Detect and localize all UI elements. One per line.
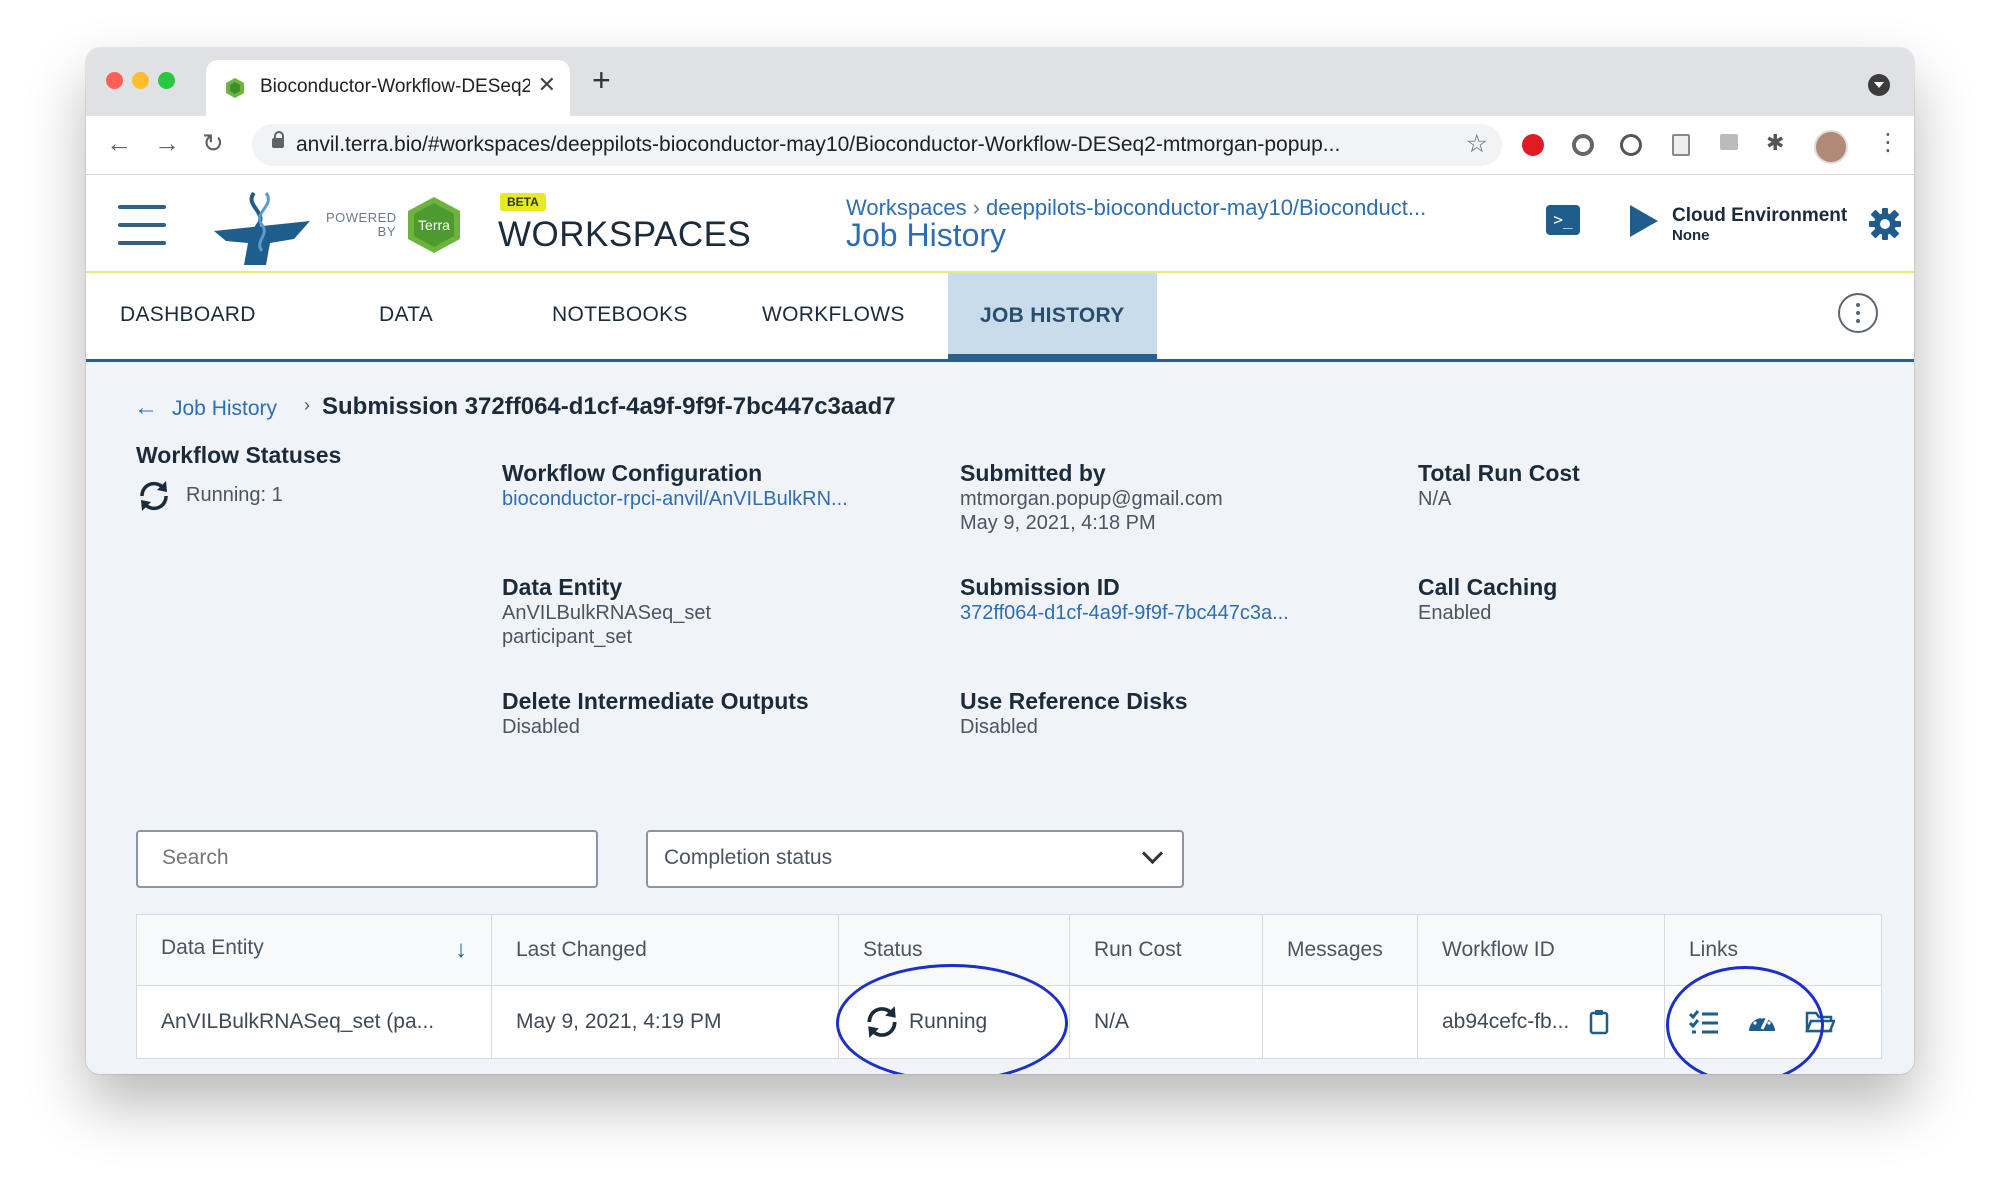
- cell-messages: [1262, 985, 1418, 1059]
- new-tab-icon[interactable]: +: [592, 64, 611, 96]
- minimize-window-button[interactable]: [132, 72, 149, 89]
- cell-last-changed: May 9, 2021, 4:19 PM: [491, 985, 839, 1059]
- clipboard-copy-icon[interactable]: [1589, 1009, 1609, 1035]
- submitted-date: May 9, 2021, 4:18 PM: [960, 512, 1156, 534]
- use-reference-disks-label: Use Reference Disks: [960, 688, 1188, 714]
- terra-favicon-icon: [226, 78, 244, 98]
- terra-logo-text: Terra: [418, 217, 450, 233]
- app-title[interactable]: WORKSPACES: [498, 215, 751, 255]
- delete-intermediate-outputs-label: Delete Intermediate Outputs: [502, 688, 809, 714]
- call-caching-label: Call Caching: [1418, 574, 1558, 600]
- tab-job-history[interactable]: JOB HISTORY: [948, 273, 1157, 362]
- browser-tab[interactable]: Bioconductor-Workflow-DESeq2 ✕: [206, 60, 570, 116]
- more-options-icon[interactable]: [1838, 293, 1878, 333]
- terra-logo-icon: Terra: [408, 197, 460, 253]
- tab-notebooks[interactable]: NOTEBOOKS: [552, 303, 688, 327]
- status-highlight-circle: [836, 964, 1068, 1074]
- maximize-window-button[interactable]: [158, 72, 175, 89]
- anvil-logo-icon: [214, 191, 310, 265]
- search-field[interactable]: [136, 830, 598, 888]
- terminal-icon[interactable]: >_: [1546, 205, 1580, 235]
- workflow-configuration-label: Workflow Configuration: [502, 460, 763, 486]
- document-extension-icon[interactable]: [1672, 134, 1690, 156]
- close-window-button[interactable]: [106, 72, 123, 89]
- data-entity-label: Data Entity: [502, 574, 623, 600]
- bibtex-extension-icon[interactable]: [1720, 134, 1738, 150]
- adblock-extension-icon[interactable]: [1522, 134, 1544, 156]
- beta-badge: BETA: [500, 193, 546, 211]
- column-header-data-entity[interactable]: Data Entity ↓: [136, 914, 492, 986]
- play-icon[interactable]: [1630, 205, 1658, 237]
- column-header-workflow-id[interactable]: Workflow ID: [1417, 914, 1665, 986]
- data-entity-text: AnVILBulkRNASeq_set (pa...: [161, 1010, 435, 1034]
- bookmark-star-icon[interactable]: ☆: [1466, 129, 1488, 159]
- reload-icon[interactable]: ↻: [202, 128, 224, 159]
- completion-status-value: Completion status: [664, 846, 833, 869]
- back-arrow-icon[interactable]: ←: [106, 128, 132, 159]
- cell-workflow-id: ab94cefc-fb...: [1417, 985, 1665, 1059]
- browser-menu-icon[interactable]: ⋮: [1876, 128, 1900, 157]
- links-highlight-circle: [1666, 966, 1824, 1074]
- completion-status-select[interactable]: Completion status: [646, 830, 1184, 888]
- submitted-by-label: Submitted by: [960, 460, 1106, 486]
- chevron-down-icon[interactable]: [1141, 842, 1164, 865]
- address-bar[interactable]: anvil.terra.bio/#workspaces/deeppilots-b…: [252, 124, 1502, 166]
- submission-id-label: Submission ID: [960, 574, 1120, 600]
- cell-run-cost: N/A: [1069, 985, 1263, 1059]
- back-arrow-icon[interactable]: ←: [134, 394, 158, 422]
- breadcrumb-chevron-icon: ›: [304, 395, 310, 415]
- lock-icon: [272, 131, 284, 148]
- tab-data[interactable]: DATA: [379, 303, 433, 327]
- column-header-label: Data Entity: [161, 936, 264, 959]
- sort-arrow-down-icon[interactable]: ↓: [455, 936, 467, 964]
- url-text[interactable]: anvil.terra.bio/#workspaces/deeppilots-b…: [296, 133, 1446, 157]
- data-entity-value: AnVILBulkRNASeq_set: [502, 602, 712, 624]
- browser-tabstrip: Bioconductor-Workflow-DESeq2 ✕ +: [86, 48, 1914, 116]
- tab-title: Bioconductor-Workflow-DESeq2: [260, 76, 530, 97]
- use-reference-disks-value: Disabled: [960, 716, 1038, 738]
- workflow-configuration-link[interactable]: bioconductor-rpci-anvil/AnVILBulkRN...: [502, 488, 932, 511]
- profile-avatar[interactable]: [1814, 130, 1848, 164]
- cloud-environment-title[interactable]: Cloud Environment: [1672, 205, 1847, 227]
- tab-search-icon[interactable]: [1868, 74, 1890, 96]
- running-count: Running: 1: [186, 484, 283, 506]
- workflow-statuses-label: Workflow Statuses: [136, 442, 342, 468]
- breadcrumb-workspace[interactable]: deeppilots-bioconductor-may10/Bioconduct…: [986, 195, 1426, 220]
- extensions-puzzle-icon[interactable]: ✱: [1766, 130, 1784, 156]
- powered-by-label: POWERED BY: [326, 210, 397, 239]
- cell-data-entity: AnVILBulkRNASeq_set (pa...: [136, 985, 492, 1059]
- extension-icon[interactable]: [1572, 134, 1594, 156]
- job-history-back-link[interactable]: Job History: [172, 397, 277, 421]
- browser-window: Bioconductor-Workflow-DESeq2 ✕ + ← → ↻ a…: [86, 48, 1914, 1074]
- submission-title: Submission 372ff064-d1cf-4a9f-9f9f-7bc44…: [322, 393, 896, 420]
- extension-2-icon[interactable]: [1620, 134, 1642, 156]
- cloud-environment-status: None: [1672, 227, 1710, 244]
- gear-icon[interactable]: [1868, 207, 1902, 241]
- column-header-run-cost[interactable]: Run Cost: [1069, 914, 1263, 986]
- column-header-messages[interactable]: Messages: [1262, 914, 1418, 986]
- data-entity-type: participant_set: [502, 626, 633, 648]
- total-run-cost-value: N/A: [1418, 488, 1452, 510]
- tab-close-icon[interactable]: ✕: [538, 72, 556, 98]
- workspace-tabs: DASHBOARD DATA NOTEBOOKS WORKFLOWS JOB H…: [86, 273, 1914, 362]
- total-run-cost-label: Total Run Cost: [1418, 460, 1580, 486]
- submission-id-link[interactable]: 372ff064-d1cf-4a9f-9f9f-7bc447c3a...: [960, 602, 1390, 625]
- forward-arrow-icon[interactable]: →: [154, 128, 180, 159]
- submitted-by-email: mtmorgan.popup@gmail.com: [960, 488, 1223, 510]
- submission-details: ← Job History › Submission 372ff064-d1cf…: [86, 362, 1914, 1074]
- app-header: POWERED BY Terra BETA WORKSPACES Workspa…: [86, 175, 1914, 274]
- delete-intermediate-outputs-value: Disabled: [502, 716, 580, 738]
- page-title: Job History: [846, 217, 1007, 253]
- tab-dashboard[interactable]: DASHBOARD: [120, 303, 256, 327]
- tab-workflows[interactable]: WORKFLOWS: [762, 303, 905, 327]
- workflow-id-text: ab94cefc-fb...: [1442, 1010, 1570, 1033]
- running-sync-icon: [140, 481, 168, 511]
- browser-toolbar: ← → ↻ anvil.terra.bio/#workspaces/deeppi…: [86, 116, 1914, 175]
- search-input[interactable]: [160, 832, 584, 884]
- call-caching-value: Enabled: [1418, 602, 1492, 624]
- column-header-last-changed[interactable]: Last Changed: [491, 914, 839, 986]
